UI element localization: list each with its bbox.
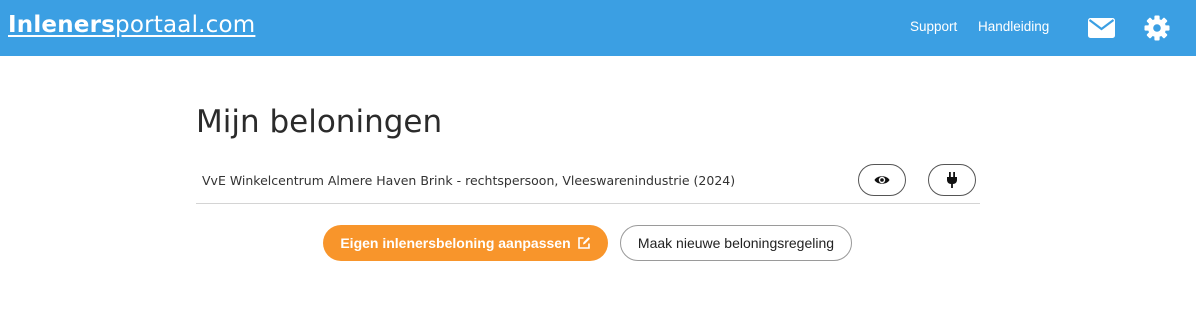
logo-rest-text: portaal.com (115, 12, 256, 38)
edit-beloning-button[interactable]: Eigen inlenersbeloning aanpassen (323, 225, 608, 261)
mail-icon[interactable] (1088, 18, 1115, 38)
logo-bold-text: Inleners (8, 12, 116, 38)
new-beloningsregeling-button[interactable]: Maak nieuwe beloningsregeling (620, 225, 852, 261)
gear-icon[interactable] (1144, 15, 1170, 41)
view-button[interactable] (858, 164, 906, 196)
plug-icon (947, 172, 957, 188)
connect-button[interactable] (928, 164, 976, 196)
edit-beloning-label: Eigen inlenersbeloning aanpassen (340, 235, 571, 251)
list-item: VvE Winkelcentrum Almere Haven Brink - r… (196, 162, 980, 204)
support-link[interactable]: Support (910, 19, 957, 34)
handleiding-link[interactable]: Handleiding (978, 19, 1049, 34)
new-beloningsregeling-label: Maak nieuwe beloningsregeling (637, 235, 835, 251)
logo-link[interactable]: Inlenersportaal.com (8, 12, 255, 38)
edit-icon (577, 237, 590, 249)
list-item-label: VvE Winkelcentrum Almere Haven Brink - r… (202, 173, 736, 188)
top-navbar: Inlenersportaal.com Support Handleiding (0, 0, 1196, 56)
page-title: Mijn beloningen (196, 104, 443, 140)
eye-icon (874, 176, 890, 184)
